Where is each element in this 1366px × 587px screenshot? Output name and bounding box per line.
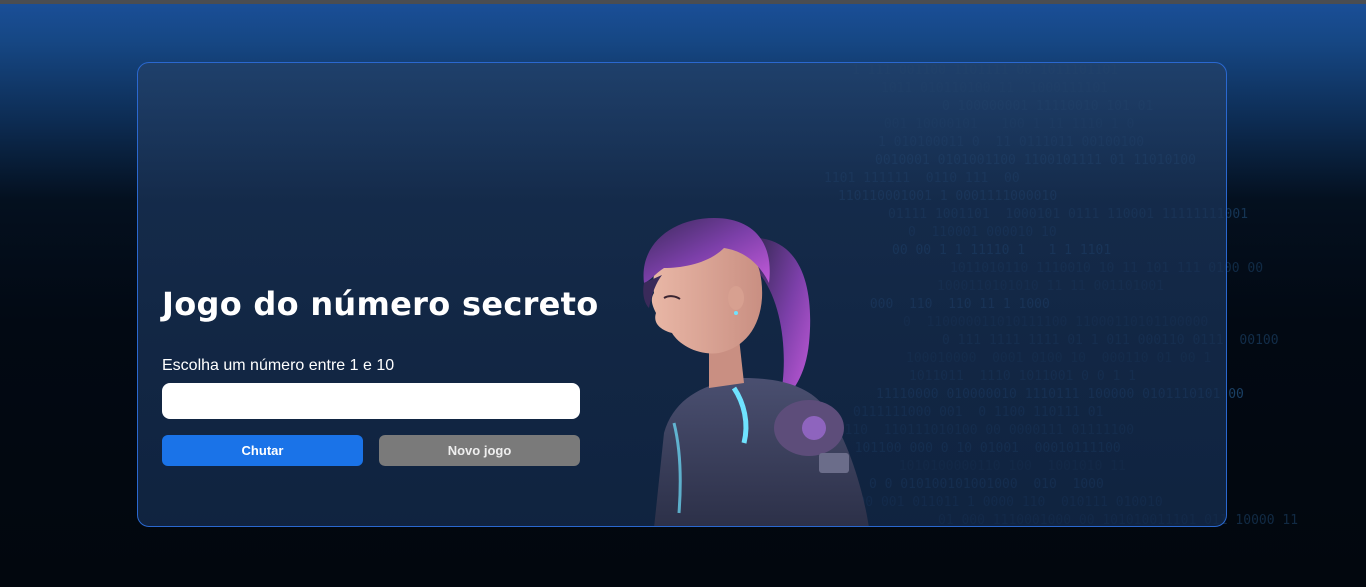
guess-button[interactable]: Chutar (162, 435, 363, 466)
new-game-button[interactable]: Novo jogo (379, 435, 580, 466)
astronaut-girl-illustration (643, 218, 869, 526)
browser-top-strip (0, 0, 1366, 4)
instruction-label: Escolha um número entre 1 e 10 (162, 357, 395, 374)
page-background: 1 111 001100 1101111 00 10111011011011 0… (0, 0, 1366, 587)
page-title: Jogo do número secreto (162, 285, 599, 323)
game-card: Jogo do número secreto Escolha um número… (137, 62, 1227, 527)
guess-input[interactable] (162, 383, 580, 419)
